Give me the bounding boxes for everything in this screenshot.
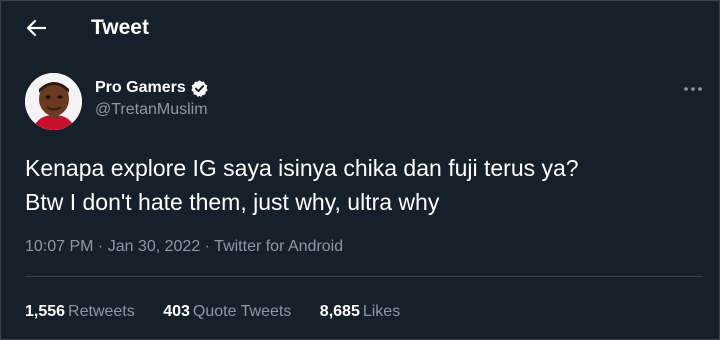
more-horizontal-icon — [684, 87, 702, 91]
author-display-name[interactable]: Pro Gamers — [95, 78, 209, 98]
meta-separator: · — [93, 238, 108, 255]
retweets-count: 1,556 — [25, 303, 66, 320]
back-button[interactable] — [19, 11, 53, 45]
divider — [25, 276, 703, 277]
tweet-text: Kenapa explore IG saya isinya chika dan … — [25, 151, 705, 219]
retweets-label: Retweets — [68, 303, 135, 320]
tweet-meta: 10:07 PM · Jan 30, 2022 · Twitter for An… — [25, 237, 343, 257]
tweet-time[interactable]: 10:07 PM — [25, 238, 93, 255]
likes-stat[interactable]: 8,685 Likes — [320, 302, 400, 322]
tweet-source[interactable]: Twitter for Android — [214, 238, 343, 255]
meta-separator: · — [200, 238, 215, 255]
tweet-text-line: Kenapa explore IG saya isinya chika dan … — [25, 155, 579, 181]
tweet-date[interactable]: Jan 30, 2022 — [108, 238, 201, 255]
page-header: Tweet — [1, 1, 720, 54]
quote-tweets-count: 403 — [163, 303, 190, 320]
tweet-author: Pro Gamers @TretanMuslim — [25, 73, 705, 133]
quote-tweets-stat[interactable]: 403 Quote Tweets — [163, 302, 291, 322]
likes-label: Likes — [362, 303, 401, 320]
verified-badge-icon — [190, 79, 209, 98]
quote-tweets-label: Quote Tweets — [192, 303, 292, 320]
avatar-image — [25, 73, 82, 130]
retweets-stat[interactable]: 1,556 Retweets — [25, 302, 135, 322]
page-title: Tweet — [91, 16, 149, 39]
more-options-button[interactable] — [681, 79, 705, 99]
avatar[interactable] — [25, 73, 82, 130]
arrow-left-icon — [26, 19, 46, 37]
tweet-text-line: Btw I don't hate them, just why, ultra w… — [25, 189, 440, 215]
author-display-name-text: Pro Gamers — [95, 79, 186, 96]
tweet-page: Tweet Pro Gamers @TretanMuslim Kenapa ex… — [0, 0, 720, 340]
tweet-stats: 1,556 Retweets 403 Quote Tweets 8,685 Likes — [25, 302, 424, 322]
author-names: Pro Gamers @TretanMuslim — [95, 78, 209, 120]
author-handle[interactable]: @TretanMuslim — [95, 100, 209, 120]
likes-count: 8,685 — [319, 303, 360, 320]
